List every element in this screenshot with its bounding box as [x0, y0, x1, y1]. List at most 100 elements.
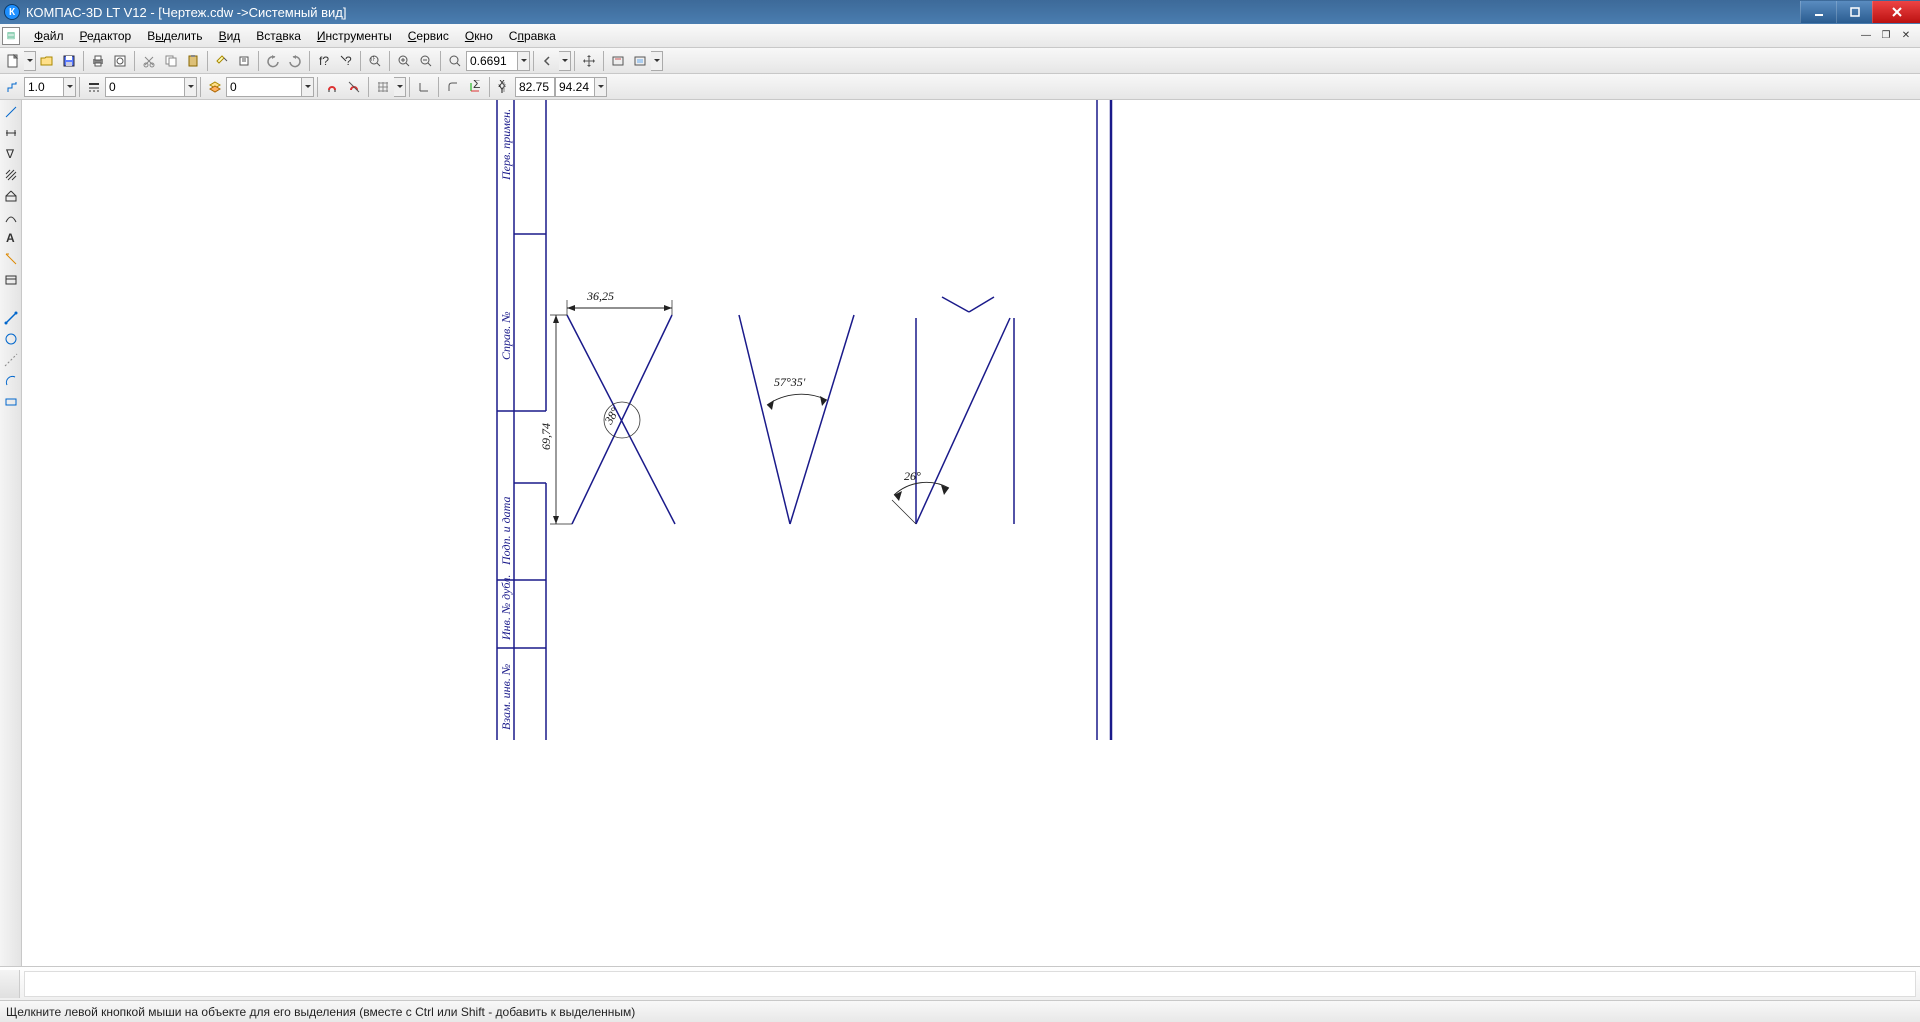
style-input[interactable] [105, 77, 185, 97]
help-context-button[interactable]: ? [335, 50, 357, 72]
frame-label-podp: Подп. и дата [499, 497, 513, 566]
step-dropdown[interactable] [64, 77, 76, 97]
menu-insert[interactable]: Вставка [248, 26, 309, 46]
bottom-panel [0, 966, 1920, 1000]
drawing-canvas[interactable]: Перв. примен. Справ. № Подп. и дата Инв.… [22, 100, 1920, 966]
tool-library-icon[interactable] [1, 270, 21, 290]
svg-text:?: ? [345, 54, 352, 68]
menu-tools[interactable]: Инструменты [309, 26, 400, 46]
menu-service[interactable]: Сервис [400, 26, 457, 46]
menu-file[interactable]: Файл [26, 26, 72, 46]
mdi-restore-button[interactable]: ❐ [1878, 29, 1894, 43]
snap-settings-button[interactable] [343, 76, 365, 98]
mdi-minimize-button[interactable]: — [1858, 29, 1874, 43]
variables-button[interactable]: f? [313, 50, 335, 72]
menu-help[interactable]: Справка [501, 26, 564, 46]
svg-text:A: A [6, 231, 15, 245]
tool-hatch-icon[interactable] [1, 165, 21, 185]
grid-button[interactable] [372, 76, 394, 98]
redo-button[interactable] [284, 50, 306, 72]
properties-toolbar: Σ XY [0, 74, 1920, 100]
title-bar: К КОМПАС-3D LT V12 - [Чертеж.cdw ->Систе… [0, 0, 1920, 24]
copy-button[interactable] [160, 50, 182, 72]
frame-label-inv: Инв. № дубл. [499, 575, 513, 641]
dim-width-label: 36,25 [586, 289, 614, 303]
dim-height-label: 69,74 [539, 423, 553, 450]
ortho-button[interactable] [413, 76, 435, 98]
local-cs-button[interactable]: Σ [464, 76, 486, 98]
print-button[interactable] [87, 50, 109, 72]
tool-dimension-icon[interactable] [1, 123, 21, 143]
cut-button[interactable] [138, 50, 160, 72]
coord-dropdown[interactable] [595, 77, 607, 97]
close-button[interactable] [1872, 1, 1920, 23]
frame-label-perv: Перв. примен. [499, 109, 513, 181]
tool-rect-icon[interactable] [1, 392, 21, 412]
coord-label-icon: XY [493, 76, 515, 98]
svg-text:Y: Y [498, 82, 506, 94]
zoom-prev-dropdown[interactable] [559, 51, 571, 71]
step-icon[interactable] [2, 76, 24, 98]
undo-button[interactable] [262, 50, 284, 72]
layer-dropdown[interactable] [302, 77, 314, 97]
menu-view[interactable]: Вид [211, 26, 249, 46]
zoom-prev-button[interactable] [537, 50, 559, 72]
zoom-dropdown[interactable] [518, 51, 530, 71]
menu-editor[interactable]: Редактор [72, 26, 140, 46]
refresh-button[interactable] [629, 50, 651, 72]
new-button[interactable] [2, 50, 24, 72]
app-icon: К [4, 4, 20, 20]
window-title: КОМПАС-3D LT V12 - [Чертеж.cdw ->Системн… [26, 5, 347, 20]
standard-toolbar: f? ? [0, 48, 1920, 74]
new-dropdown[interactable] [24, 51, 36, 71]
snap-toggle-button[interactable] [321, 76, 343, 98]
pan-button[interactable] [578, 50, 600, 72]
minimize-button[interactable] [1800, 1, 1836, 23]
tool-edit-icon[interactable] [1, 186, 21, 206]
frame-label-sprav: Справ. № [499, 311, 513, 360]
tool-curve-icon[interactable] [1, 207, 21, 227]
style-dropdown[interactable] [185, 77, 197, 97]
end-dropdown[interactable] [651, 51, 663, 71]
zoom-value-input[interactable] [466, 51, 518, 71]
properties-button[interactable] [211, 50, 233, 72]
coord-y-input[interactable] [555, 77, 595, 97]
preview-button[interactable] [109, 50, 131, 72]
zoom-out-button[interactable] [415, 50, 437, 72]
status-bar: Щелкните левой кнопкой мыши на объекте д… [0, 1000, 1920, 1022]
mdi-controls: — ❐ ✕ [1858, 29, 1918, 43]
menu-select[interactable]: Выделить [139, 26, 210, 46]
zoom-window-button[interactable] [364, 50, 386, 72]
tool-circle-icon[interactable] [1, 329, 21, 349]
menu-bar: ▤ Файл Редактор Выделить Вид Вставка Инс… [0, 24, 1920, 48]
tool-geometry-icon[interactable] [1, 102, 21, 122]
zoom-in-button[interactable] [393, 50, 415, 72]
copy-props-button[interactable] [233, 50, 255, 72]
zoom-fit-button[interactable] [444, 50, 466, 72]
step-input[interactable] [24, 77, 64, 97]
tool-arc-icon[interactable] [1, 371, 21, 391]
layer-icon[interactable] [204, 76, 226, 98]
panel-body[interactable] [24, 971, 1916, 997]
menu-window[interactable]: Окно [457, 26, 501, 46]
tool-param-icon[interactable]: A [1, 228, 21, 248]
style-icon[interactable] [83, 76, 105, 98]
tool-measure-icon[interactable] [1, 249, 21, 269]
maximize-button[interactable] [1836, 1, 1872, 23]
open-button[interactable] [36, 50, 58, 72]
document-icon[interactable]: ▤ [2, 27, 20, 45]
coord-x-input[interactable] [515, 77, 555, 97]
grid-dropdown[interactable] [394, 77, 406, 97]
panel-handle[interactable] [0, 970, 20, 998]
layer-input[interactable] [226, 77, 302, 97]
round-button[interactable] [442, 76, 464, 98]
paste-button[interactable] [182, 50, 204, 72]
tool-symbol-icon[interactable]: ∇ [1, 144, 21, 164]
mdi-close-button[interactable]: ✕ [1898, 29, 1914, 43]
save-button[interactable] [58, 50, 80, 72]
rebuild-button[interactable] [607, 50, 629, 72]
tool-auxline-icon[interactable] [1, 350, 21, 370]
status-text: Щелкните левой кнопкой мыши на объекте д… [6, 1005, 635, 1019]
tool-segment-icon[interactable] [1, 308, 21, 328]
angle2-label: 26° [904, 469, 921, 483]
